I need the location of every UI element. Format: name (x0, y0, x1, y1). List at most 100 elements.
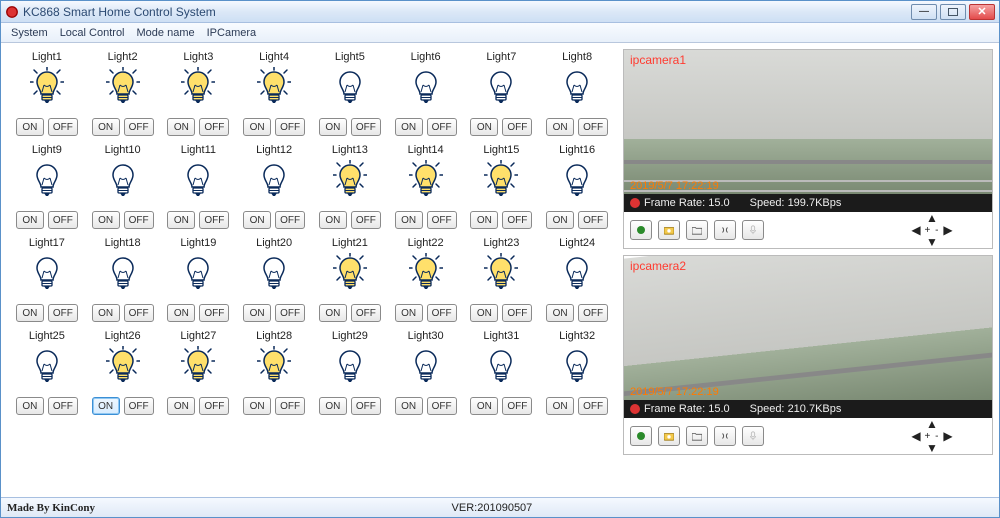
on-button[interactable]: ON (167, 118, 195, 136)
off-button[interactable]: OFF (351, 304, 381, 322)
on-button[interactable]: ON (92, 118, 120, 136)
app-window: KC868 Smart Home Control System — ✕ Syst… (0, 0, 1000, 518)
mic-button[interactable] (742, 220, 764, 240)
audio-button[interactable] (714, 426, 736, 446)
ptz-left[interactable]: ◀ (911, 430, 920, 442)
ptz-right[interactable]: ▶ (943, 430, 952, 442)
ptz-zoom[interactable]: + - (925, 225, 940, 236)
off-button[interactable]: OFF (124, 397, 154, 415)
ptz-up[interactable]: ▲ (926, 418, 938, 430)
off-button[interactable]: OFF (427, 118, 457, 136)
off-button[interactable]: OFF (578, 397, 608, 415)
off-button[interactable]: OFF (351, 118, 381, 136)
on-button[interactable]: ON (546, 118, 574, 136)
light-cell: Light13 ON OFF (312, 142, 388, 235)
on-button[interactable]: ON (167, 211, 195, 229)
audio-button[interactable] (714, 220, 736, 240)
off-button[interactable]: OFF (48, 304, 78, 322)
off-button[interactable]: OFF (351, 211, 381, 229)
off-button[interactable]: OFF (275, 397, 305, 415)
on-button[interactable]: ON (395, 211, 423, 229)
menu-mode-name[interactable]: Mode name (131, 25, 201, 41)
off-button[interactable]: OFF (351, 397, 381, 415)
light-button-row: ON OFF (92, 118, 154, 136)
off-button[interactable]: OFF (275, 304, 305, 322)
off-button[interactable]: OFF (275, 118, 305, 136)
on-button[interactable]: ON (395, 397, 423, 415)
off-button[interactable]: OFF (578, 211, 608, 229)
off-button[interactable]: OFF (502, 304, 532, 322)
on-button[interactable]: ON (16, 118, 44, 136)
record-button[interactable] (630, 220, 652, 240)
on-button[interactable]: ON (546, 304, 574, 322)
on-button[interactable]: ON (16, 397, 44, 415)
minimize-button[interactable]: — (911, 4, 937, 20)
on-button[interactable]: ON (167, 397, 195, 415)
off-button[interactable]: OFF (48, 397, 78, 415)
ptz-down[interactable]: ▼ (926, 442, 938, 454)
on-button[interactable]: ON (319, 397, 347, 415)
menu-ipcamera[interactable]: IPCamera (201, 25, 263, 41)
off-button[interactable]: OFF (578, 304, 608, 322)
snapshot-button[interactable] (658, 220, 680, 240)
on-button[interactable]: ON (319, 118, 347, 136)
off-button[interactable]: OFF (427, 397, 457, 415)
ptz-right[interactable]: ▶ (943, 224, 952, 236)
on-button[interactable]: ON (243, 397, 271, 415)
off-button[interactable]: OFF (427, 211, 457, 229)
ptz-left[interactable]: ◀ (911, 224, 920, 236)
on-button[interactable]: ON (395, 304, 423, 322)
off-button[interactable]: OFF (502, 118, 532, 136)
off-button[interactable]: OFF (502, 397, 532, 415)
on-button[interactable]: ON (395, 118, 423, 136)
on-button[interactable]: ON (470, 397, 498, 415)
on-button[interactable]: ON (243, 211, 271, 229)
off-button[interactable]: OFF (275, 211, 305, 229)
off-button[interactable]: OFF (578, 118, 608, 136)
menu-local-control[interactable]: Local Control (54, 25, 131, 41)
off-button[interactable]: OFF (48, 211, 78, 229)
on-button[interactable]: ON (243, 304, 271, 322)
ptz-down[interactable]: ▼ (926, 236, 938, 248)
off-button[interactable]: OFF (502, 211, 532, 229)
off-button[interactable]: OFF (48, 118, 78, 136)
light-cell: Light24 ON OFF (539, 235, 615, 328)
close-button[interactable]: ✕ (969, 4, 995, 20)
off-button[interactable]: OFF (427, 304, 457, 322)
on-button[interactable]: ON (470, 118, 498, 136)
on-button[interactable]: ON (319, 211, 347, 229)
light-label: Light13 (332, 144, 368, 156)
ptz-up[interactable]: ▲ (926, 212, 938, 224)
camera-box-1: ipcamera1 2019/5/7 17:22:19 Frame Rate: … (623, 49, 993, 249)
camera-view-2[interactable]: ipcamera2 2019/5/7 17:22:19 Frame Rate: … (624, 256, 992, 418)
snapshot-button[interactable] (658, 426, 680, 446)
menu-system[interactable]: System (5, 25, 54, 41)
mic-button[interactable] (742, 426, 764, 446)
off-button[interactable]: OFF (124, 211, 154, 229)
maximize-button[interactable] (940, 4, 966, 20)
on-button[interactable]: ON (16, 304, 44, 322)
on-button[interactable]: ON (319, 304, 347, 322)
on-button[interactable]: ON (92, 397, 120, 415)
record-button[interactable] (630, 426, 652, 446)
off-button[interactable]: OFF (199, 211, 229, 229)
off-button[interactable]: OFF (124, 304, 154, 322)
on-button[interactable]: ON (167, 304, 195, 322)
on-button[interactable]: ON (546, 397, 574, 415)
off-button[interactable]: OFF (199, 304, 229, 322)
off-button[interactable]: OFF (124, 118, 154, 136)
folder-button[interactable] (686, 220, 708, 240)
on-button[interactable]: ON (546, 211, 574, 229)
on-button[interactable]: ON (243, 118, 271, 136)
ptz-zoom[interactable]: + - (925, 431, 940, 442)
off-button[interactable]: OFF (199, 397, 229, 415)
light-cell: Light23 ON OFF (464, 235, 540, 328)
on-button[interactable]: ON (92, 211, 120, 229)
on-button[interactable]: ON (470, 211, 498, 229)
on-button[interactable]: ON (92, 304, 120, 322)
on-button[interactable]: ON (16, 211, 44, 229)
camera-view-1[interactable]: ipcamera1 2019/5/7 17:22:19 Frame Rate: … (624, 50, 992, 212)
folder-button[interactable] (686, 426, 708, 446)
off-button[interactable]: OFF (199, 118, 229, 136)
on-button[interactable]: ON (470, 304, 498, 322)
